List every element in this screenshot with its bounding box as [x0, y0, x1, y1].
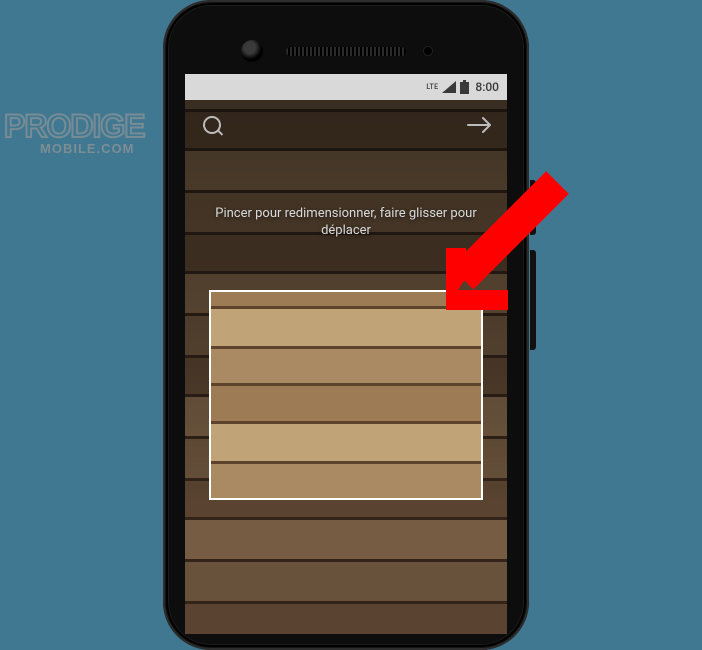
battery-icon	[460, 80, 469, 94]
phone-body: LTE 8:00	[169, 6, 523, 644]
editor-top-bar	[185, 104, 507, 146]
wallpaper-preview[interactable]: Pincer pour redimensionner, faire glisse…	[185, 100, 507, 634]
status-bar: LTE 8:00	[185, 74, 507, 100]
phone-proximity-icon	[423, 46, 433, 56]
watermark: PRODIGE MOBILE.COM	[4, 108, 224, 168]
crop-rectangle[interactable]	[209, 290, 483, 500]
phone-side-button	[530, 180, 536, 235]
phone-speaker-icon	[286, 47, 406, 56]
phone-camera-icon	[241, 40, 263, 62]
phone-sensor-row	[169, 39, 523, 63]
arrow-right-icon	[467, 116, 493, 134]
next-button[interactable]	[463, 108, 497, 142]
phone-side-button	[530, 250, 536, 350]
watermark-line1: PRODIGE	[4, 108, 224, 145]
signal-icon	[442, 81, 456, 93]
screen: LTE 8:00	[185, 74, 507, 634]
clock: 8:00	[475, 80, 499, 94]
network-label: LTE	[426, 84, 438, 91]
phone-inner: LTE 8:00	[166, 3, 526, 647]
hint-text: Pincer pour redimensionner, faire glisse…	[203, 206, 489, 240]
phone-frame: LTE 8:00	[163, 0, 529, 650]
